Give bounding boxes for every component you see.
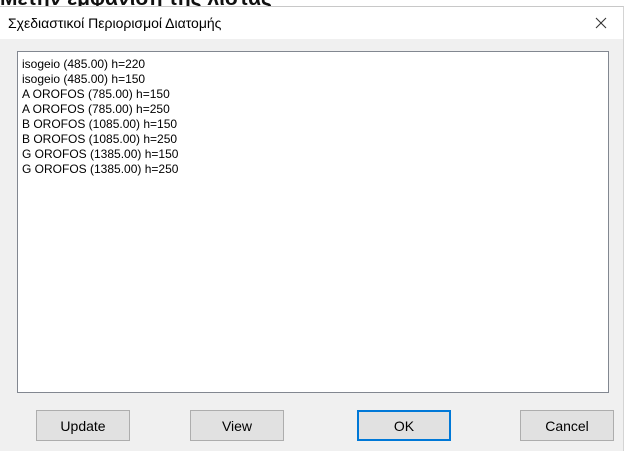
view-button[interactable]: View (190, 410, 284, 441)
list-item[interactable]: A OROFOS (785.00) h=150 (21, 87, 608, 102)
close-button[interactable] (579, 7, 623, 39)
section-constraints-listbox[interactable]: isogeio (485.00) h=220 isogeio (485.00) … (17, 51, 609, 393)
dialog-title: Σχεδιαστικοί Περιορισμοί Διατομής (8, 15, 222, 31)
list-item[interactable]: G OROFOS (1385.00) h=150 (21, 147, 608, 162)
update-button[interactable]: Update (36, 410, 130, 441)
list-item[interactable]: B OROFOS (1085.00) h=250 (21, 132, 608, 147)
list-item[interactable]: G OROFOS (1385.00) h=250 (21, 162, 608, 177)
title-bar: Σχεδιαστικοί Περιορισμοί Διατομής (0, 7, 623, 39)
list-item[interactable]: isogeio (485.00) h=150 (21, 72, 608, 87)
list-item[interactable]: isogeio (485.00) h=220 (21, 57, 608, 72)
list-item[interactable]: A OROFOS (785.00) h=250 (21, 102, 608, 117)
constraints-dialog: Σχεδιαστικοί Περιορισμοί Διατομής isogei… (0, 6, 624, 451)
page: Μετην εμφάνιση της λίστας Σχεδιαστικοί Π… (0, 0, 624, 451)
close-icon (595, 17, 607, 29)
cancel-button[interactable]: Cancel (520, 410, 614, 441)
list-item[interactable]: B OROFOS (1085.00) h=150 (21, 117, 608, 132)
ok-button[interactable]: OK (357, 410, 451, 441)
